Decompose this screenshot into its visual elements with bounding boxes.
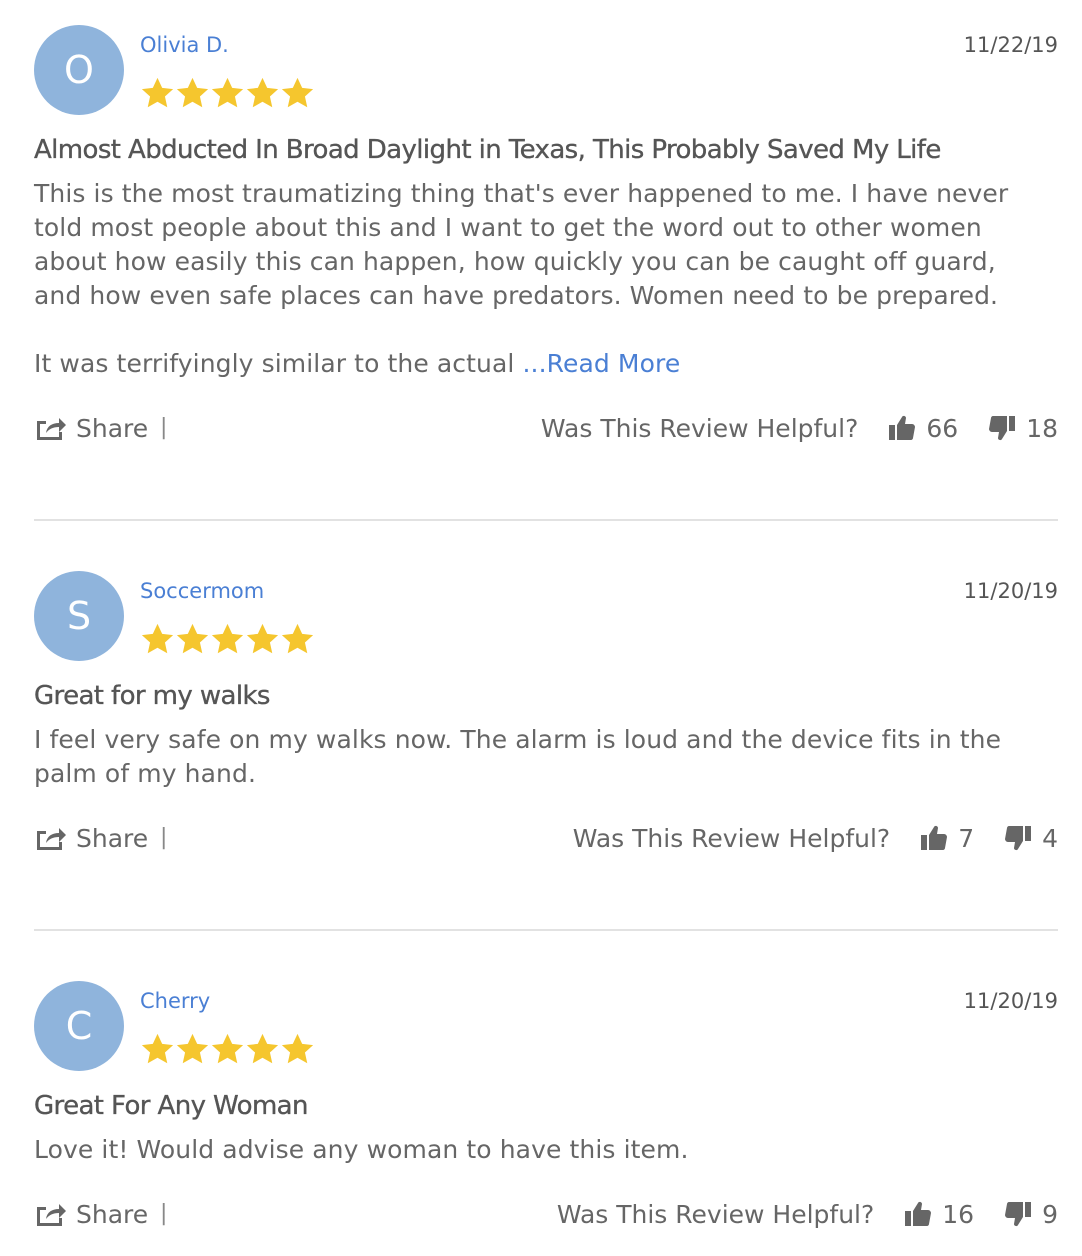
star-icon	[140, 1031, 175, 1067]
review-title: Great For Any Woman	[34, 1091, 309, 1121]
helpful-down-count: 9	[1042, 1199, 1058, 1229]
thumbs-up-button[interactable]: 66	[888, 414, 958, 443]
avatar: S	[34, 571, 124, 661]
star-icon	[140, 621, 175, 657]
review-body-paragraph: It was terrifyingly similar to the actua…	[34, 347, 1034, 381]
share-icon	[34, 824, 66, 852]
helpful-up-count: 16	[942, 1199, 975, 1229]
thumbs-up-button[interactable]: 7	[920, 824, 974, 853]
share-label: Share	[76, 1199, 149, 1229]
review-body-excerpt: It was terrifyingly similar to the actua…	[34, 349, 523, 378]
review-body-paragraph: Love it! Would advise any woman to have …	[34, 1135, 689, 1164]
thumbs-down-icon	[1004, 1200, 1032, 1228]
star-icon	[175, 1031, 210, 1067]
star-icon	[280, 621, 315, 657]
review-divider	[34, 519, 1058, 521]
star-icon	[245, 1031, 280, 1067]
review-body: Love it! Would advise any woman to have …	[34, 1133, 1034, 1167]
share-button[interactable]: Share	[34, 821, 148, 855]
review-body-paragraph: This is the most traumatizing thing that…	[34, 179, 1009, 310]
review-footer: Share | Was This Review Helpful? 16 9	[34, 1197, 1058, 1231]
helpful-label: Was This Review Helpful?	[572, 823, 891, 853]
share-separator: |	[160, 825, 168, 850]
thumbs-down-button[interactable]: 18	[988, 414, 1058, 443]
avatar: C	[34, 981, 124, 1071]
helpful-label: Was This Review Helpful?	[540, 413, 859, 443]
star-icon	[245, 621, 280, 657]
helpful-label: Was This Review Helpful?	[556, 1199, 875, 1229]
review-date: 11/20/19	[963, 989, 1058, 1013]
reviewer-name[interactable]: Olivia D.	[140, 33, 229, 57]
review-date: 11/22/19	[963, 33, 1058, 57]
helpful-votes: Was This Review Helpful? 16 9	[557, 1197, 1058, 1231]
thumbs-up-button[interactable]: 16	[904, 1200, 974, 1229]
star-icon	[245, 75, 280, 111]
star-rating	[140, 1031, 315, 1067]
avatar: O	[34, 25, 124, 115]
helpful-up-count: 66	[926, 413, 959, 443]
review-date: 11/20/19	[963, 579, 1058, 603]
thumbs-down-button[interactable]: 9	[1004, 1200, 1058, 1229]
review-title: Almost Abducted In Broad Daylight in Tex…	[34, 135, 942, 165]
share-label: Share	[76, 413, 149, 443]
review-footer: Share | Was This Review Helpful? 7 4	[34, 821, 1058, 855]
star-icon	[175, 621, 210, 657]
helpful-down-count: 4	[1042, 823, 1058, 853]
star-icon	[210, 1031, 245, 1067]
star-rating	[140, 621, 315, 657]
reviewer-name[interactable]: Cherry	[140, 989, 210, 1013]
helpful-votes: Was This Review Helpful? 7 4	[573, 821, 1058, 855]
star-rating	[140, 75, 315, 111]
star-icon	[280, 1031, 315, 1067]
read-more-link[interactable]: ...Read More	[523, 349, 681, 378]
thumbs-up-icon	[888, 414, 916, 442]
share-label: Share	[76, 823, 149, 853]
review-title: Great for my walks	[34, 681, 271, 711]
review-body: I feel very safe on my walks now. The al…	[34, 723, 1034, 791]
thumbs-down-button[interactable]: 4	[1004, 824, 1058, 853]
star-icon	[175, 75, 210, 111]
thumbs-up-icon	[920, 824, 948, 852]
share-separator: |	[160, 1201, 168, 1226]
share-button[interactable]: Share	[34, 1197, 148, 1231]
reviewer-name[interactable]: Soccermom	[140, 579, 264, 603]
helpful-down-count: 18	[1026, 413, 1058, 443]
star-icon	[140, 75, 175, 111]
share-icon	[34, 1200, 66, 1228]
review-footer: Share | Was This Review Helpful? 66 18	[34, 411, 1058, 445]
review-body: This is the most traumatizing thing that…	[34, 177, 1034, 381]
helpful-up-count: 7	[958, 823, 975, 853]
thumbs-down-icon	[1004, 824, 1032, 852]
review-body-paragraph: I feel very safe on my walks now. The al…	[34, 725, 1002, 788]
share-icon	[34, 414, 66, 442]
share-separator: |	[160, 415, 168, 440]
share-button[interactable]: Share	[34, 411, 148, 445]
star-icon	[280, 75, 315, 111]
star-icon	[210, 621, 245, 657]
helpful-votes: Was This Review Helpful? 66 18	[541, 411, 1058, 445]
review-divider	[34, 929, 1058, 931]
thumbs-down-icon	[988, 414, 1016, 442]
thumbs-up-icon	[904, 1200, 932, 1228]
star-icon	[210, 75, 245, 111]
